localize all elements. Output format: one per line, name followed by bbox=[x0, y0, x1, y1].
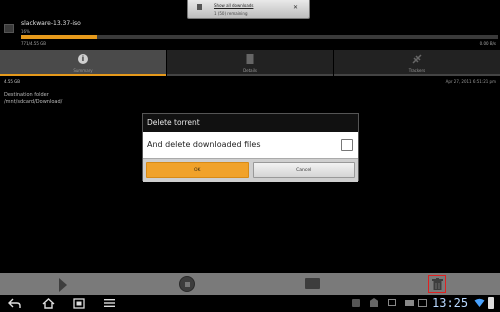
tab-trackers[interactable]: Trackers bbox=[334, 50, 500, 76]
destination-value: /mnt/sdcard/Download/ bbox=[4, 99, 63, 105]
battery-icon bbox=[488, 297, 494, 309]
cancel-button[interactable]: Cancel bbox=[252, 162, 355, 178]
trash-icon bbox=[432, 278, 443, 290]
queue-icon[interactable] bbox=[305, 278, 320, 289]
delete-torrent-dialog: Delete torrent And delete downloaded fil… bbox=[142, 113, 359, 182]
screenshot-icon bbox=[418, 299, 427, 307]
tab-bar: i Summary Details Trackers bbox=[0, 50, 500, 76]
notification-toast[interactable]: Show all downloads 1 (50) remaining ✕ bbox=[187, 0, 310, 19]
tab-details-label: Details bbox=[243, 68, 257, 73]
recent-apps-icon[interactable] bbox=[73, 298, 85, 309]
mail-icon bbox=[405, 300, 414, 306]
home-icon[interactable] bbox=[42, 298, 55, 309]
progress-fill bbox=[21, 35, 98, 39]
delete-files-checkbox[interactable] bbox=[341, 139, 353, 151]
torrent-speed: 0.00 B/s bbox=[479, 41, 496, 46]
delete-files-label: And delete downloaded files bbox=[147, 140, 261, 149]
wifi-icon bbox=[474, 298, 485, 307]
action-bar bbox=[0, 273, 500, 295]
destination-label: Destination folder bbox=[4, 92, 49, 98]
menu-icon[interactable] bbox=[104, 298, 115, 308]
clock: 13:25 bbox=[432, 296, 469, 310]
ok-button[interactable]: OK bbox=[146, 162, 249, 178]
tab-summary-label: Summary bbox=[73, 68, 93, 73]
system-bar: 13:25 bbox=[0, 295, 500, 312]
back-icon[interactable] bbox=[8, 298, 21, 309]
trackers-icon bbox=[412, 54, 422, 64]
close-icon[interactable]: ✕ bbox=[293, 4, 298, 11]
details-icon bbox=[246, 54, 254, 64]
delete-button[interactable] bbox=[428, 275, 446, 293]
stop-icon[interactable] bbox=[179, 276, 195, 292]
summary-size: 4.55 GB bbox=[4, 79, 21, 84]
upload-icon bbox=[388, 299, 396, 306]
gallery-icon bbox=[352, 299, 360, 307]
info-icon: i bbox=[78, 54, 88, 64]
torrent-name: slackware-13.37-iso bbox=[21, 20, 81, 27]
torrent-size-progress: 771/4.55 GB bbox=[21, 41, 47, 46]
tab-trackers-label: Trackers bbox=[408, 68, 426, 73]
dialog-buttons: OK Cancel bbox=[143, 158, 358, 182]
shield-icon bbox=[370, 298, 378, 307]
dialog-title: Delete torrent bbox=[143, 114, 358, 132]
torrent-file-icon bbox=[4, 24, 14, 33]
delete-files-row[interactable]: And delete downloaded files bbox=[143, 132, 358, 158]
notification-title[interactable]: Show all downloads bbox=[214, 3, 253, 8]
torrent-percent: 16% bbox=[21, 29, 30, 34]
notification-subtitle: 1 (50) remaining bbox=[214, 11, 248, 16]
tab-summary[interactable]: i Summary bbox=[0, 50, 166, 76]
download-icon bbox=[197, 4, 202, 10]
progress-bar bbox=[21, 35, 498, 39]
summary-date: Apr 27, 2011 6:51:21 pm bbox=[445, 79, 496, 84]
play-icon[interactable] bbox=[59, 278, 67, 292]
tab-details[interactable]: Details bbox=[167, 50, 333, 76]
